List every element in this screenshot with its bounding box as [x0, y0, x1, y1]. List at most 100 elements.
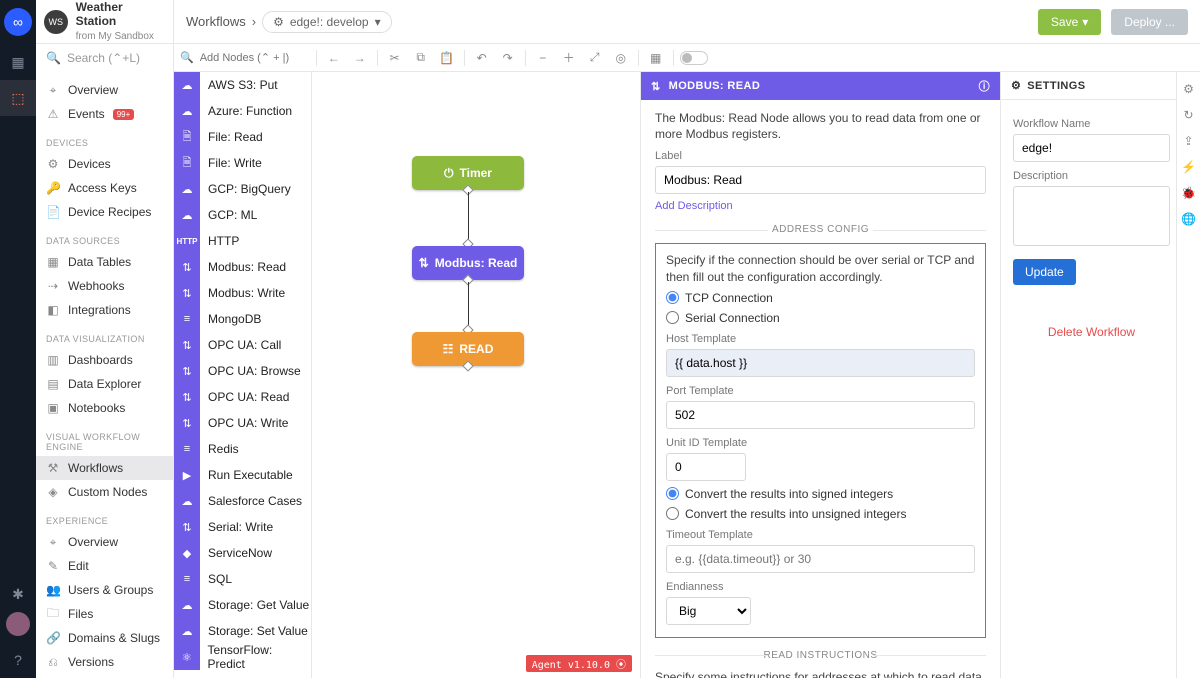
palette-item[interactable]: ☁Salesforce Cases: [174, 488, 311, 514]
wire: [468, 282, 469, 330]
nav-item[interactable]: 📄Device Recipes: [36, 200, 173, 224]
paste-icon[interactable]: 📋: [436, 47, 458, 69]
update-button[interactable]: Update: [1013, 259, 1076, 285]
palette-item[interactable]: ⇅OPC UA: Browse: [174, 358, 311, 384]
palette-item[interactable]: ☁GCP: ML: [174, 202, 311, 228]
globe-icon[interactable]: 🌐: [1181, 212, 1196, 226]
nav-item[interactable]: ◈Custom Nodes: [36, 480, 173, 504]
palette-item[interactable]: ☁Storage: Set Value: [174, 618, 311, 644]
bug-icon[interactable]: 🐞: [1181, 186, 1196, 200]
endianness-select[interactable]: Big: [666, 597, 751, 625]
palette-item[interactable]: ☁AWS S3: Put: [174, 72, 311, 98]
upload-icon[interactable]: ⇪: [1183, 134, 1193, 148]
nav-item[interactable]: ▦Data Tables: [36, 250, 173, 274]
nav-item[interactable]: 🔗Domains & Slugs: [36, 626, 173, 650]
cut-icon[interactable]: ✂: [384, 47, 406, 69]
nav-item[interactable]: 🔑Access Keys: [36, 176, 173, 200]
add-description-link[interactable]: Add Description: [655, 200, 733, 212]
palette-item[interactable]: ⇅Serial: Write: [174, 514, 311, 540]
palette-item[interactable]: ⚛TensorFlow: Predict: [174, 644, 311, 670]
palette-item[interactable]: ⇅Modbus: Write: [174, 280, 311, 306]
help-icon[interactable]: ⓘ: [979, 78, 990, 94]
add-nodes-input[interactable]: [200, 52, 310, 64]
palette-item[interactable]: ▶Run Executable: [174, 462, 311, 488]
undo-icon[interactable]: ←: [323, 47, 345, 69]
crumb-root[interactable]: Workflows: [186, 14, 246, 29]
palette-item[interactable]: ☁GCP: BigQuery: [174, 176, 311, 202]
add-node-icon[interactable]: ▦: [645, 47, 667, 69]
palette-item[interactable]: ≡SQL: [174, 566, 311, 592]
copy-icon[interactable]: ⧉: [410, 47, 432, 69]
radio-serial[interactable]: Serial Connection: [666, 311, 975, 325]
workflow-description-input[interactable]: [1013, 186, 1170, 246]
palette-icon: 🗎: [174, 124, 200, 150]
nav-search[interactable]: 🔍 Search (⌃+L): [36, 44, 173, 72]
nav-item[interactable]: ⌖Overview: [36, 530, 173, 554]
port-template-input[interactable]: [666, 401, 975, 429]
palette-item[interactable]: ⇅OPC UA: Write: [174, 410, 311, 436]
palette-item[interactable]: 🗎File: Read: [174, 124, 311, 150]
center-icon[interactable]: ◎: [610, 47, 632, 69]
curved-undo-icon[interactable]: ↶: [471, 47, 493, 69]
redo-icon[interactable]: →: [349, 47, 371, 69]
rail-graph-icon[interactable]: ✱: [0, 576, 36, 612]
radio-tcp[interactable]: TCP Connection: [666, 291, 975, 305]
debug-toggle[interactable]: [680, 51, 708, 65]
nav-item[interactable]: ▣Notebooks: [36, 396, 173, 420]
bolt-icon[interactable]: ⚡: [1181, 160, 1196, 174]
history-icon[interactable]: ↻: [1183, 108, 1193, 122]
rail-dash-icon[interactable]: ▦: [0, 44, 36, 80]
zoom-in-icon[interactable]: ＋: [558, 47, 580, 69]
gear-icon[interactable]: ⚙: [1183, 82, 1194, 96]
radio-signed[interactable]: Convert the results into signed integers: [666, 487, 975, 501]
workflow-canvas[interactable]: ⏻ Timer ⇅ Modbus: Read ☷ READ Agen: [312, 72, 640, 678]
palette-item[interactable]: ☁Storage: Get Value: [174, 592, 311, 618]
nav-item[interactable]: 🗀Files: [36, 602, 173, 626]
palette-icon: 🗎: [174, 150, 200, 176]
nav-item[interactable]: ⎌Versions: [36, 650, 173, 674]
radio-unsigned[interactable]: Convert the results into unsigned intege…: [666, 507, 975, 521]
zoom-out-icon[interactable]: −: [532, 47, 554, 69]
palette-item[interactable]: ☁Azure: Function: [174, 98, 311, 124]
brand-block[interactable]: WS Weather Station from My Sandbox: [36, 0, 173, 44]
left-nav: WS Weather Station from My Sandbox 🔍 Sea…: [36, 0, 174, 678]
palette-item[interactable]: HTTPHTTP: [174, 228, 311, 254]
nav-item[interactable]: ▤Data Explorer: [36, 372, 173, 396]
editor-toolbar: 🔍 ← → ✂ ⧉ 📋 ↶ ↷ − ＋ ⤢ ◎ ▦: [174, 44, 1200, 72]
logo[interactable]: ∞: [0, 0, 36, 44]
nav-item[interactable]: 👥Users & Groups: [36, 578, 173, 602]
palette-item[interactable]: ≡Redis: [174, 436, 311, 462]
nav-item[interactable]: ⌖Overview: [36, 78, 173, 102]
palette-item[interactable]: ⇅OPC UA: Read: [174, 384, 311, 410]
save-button[interactable]: Save▾: [1038, 9, 1101, 35]
host-template-input[interactable]: [666, 349, 975, 377]
nav-item[interactable]: ⚠Events99+: [36, 102, 173, 126]
curved-redo-icon[interactable]: ↷: [497, 47, 519, 69]
address-config-block: Specify if the connection should be over…: [655, 243, 986, 637]
rail-help-icon[interactable]: ?: [0, 642, 36, 678]
workflow-name-input[interactable]: [1013, 134, 1170, 162]
timeout-input[interactable]: [666, 545, 975, 573]
workflow-chip[interactable]: ⚙ edge!: develop ▾: [262, 11, 392, 33]
palette-item[interactable]: 🗎File: Write: [174, 150, 311, 176]
brand-badge: WS: [44, 10, 68, 34]
fit-icon[interactable]: ⤢: [584, 47, 606, 69]
palette-item[interactable]: ≡MongoDB: [174, 306, 311, 332]
nav-item[interactable]: ⇢Webhooks: [36, 274, 173, 298]
delete-workflow-link[interactable]: Delete Workflow: [1013, 325, 1170, 339]
avatar[interactable]: [6, 612, 30, 636]
nav-item[interactable]: ▥Dashboards: [36, 348, 173, 372]
rail-app-icon[interactable]: ⬚: [0, 80, 36, 116]
label-input[interactable]: [655, 166, 986, 194]
palette-item[interactable]: ⇅OPC UA: Call: [174, 332, 311, 358]
nav-item[interactable]: ⚙Devices: [36, 152, 173, 176]
nav-item[interactable]: ⚒Workflows: [36, 456, 173, 480]
unit-id-input[interactable]: [666, 453, 746, 481]
palette-item[interactable]: ◆ServiceNow: [174, 540, 311, 566]
palette-icon: ☁: [174, 176, 200, 202]
nav-item[interactable]: ✎Edit: [36, 554, 173, 578]
deploy-button[interactable]: Deploy ...: [1111, 9, 1188, 35]
palette-icon: ☁: [174, 488, 200, 514]
palette-item[interactable]: ⇅Modbus: Read: [174, 254, 311, 280]
nav-item[interactable]: ◧Integrations: [36, 298, 173, 322]
